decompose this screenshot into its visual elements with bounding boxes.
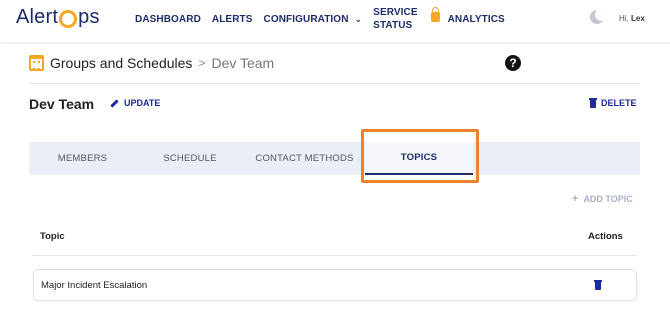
pencil-icon [110, 98, 119, 108]
breadcrumb-groups-and-schedules[interactable]: Groups and Schedules [50, 55, 192, 71]
alertops-logo[interactable]: Alert ps [16, 6, 100, 29]
user-greeting[interactable]: Hi, Lex [619, 14, 645, 23]
add-topic-button[interactable]: + ADD TOPIC [572, 193, 633, 205]
nav-configuration-label: CONFIGURATION [263, 13, 349, 25]
table-header-divider [33, 255, 637, 256]
tab-schedule[interactable]: SCHEDULE [136, 142, 244, 175]
help-icon[interactable]: ? [505, 55, 521, 71]
column-header-actions: Actions [588, 231, 623, 242]
trash-icon[interactable] [594, 280, 602, 290]
logo-text-left: Alert [16, 6, 59, 28]
header-divider [29, 83, 640, 84]
topic-cell: Major Incident Escalation [41, 280, 148, 291]
dark-mode-toggle-icon[interactable] [590, 10, 604, 24]
highlight-box [361, 129, 479, 183]
add-topic-label: ADD TOPIC [583, 194, 633, 204]
nav-dashboard[interactable]: DASHBOARD [135, 14, 201, 25]
nav-service-status-line2: STATUS [373, 20, 413, 31]
nav-service-status[interactable]: SERVICE STATUS [373, 6, 417, 32]
nav-service-status-line1: SERVICE [373, 7, 418, 18]
nav-analytics[interactable]: ANALYTICS [448, 14, 505, 25]
breadcrumb-current: Dev Team [211, 55, 275, 71]
update-button[interactable]: UPDATE [110, 98, 160, 108]
chevron-down-icon: ⌄ [354, 13, 363, 24]
delete-button[interactable]: DELETE [589, 98, 637, 108]
group-tabs: MEMBERS SCHEDULE CONTACT METHODS TOPICS [29, 142, 640, 175]
delete-label: DELETE [601, 98, 637, 108]
table-row: Major Incident Escalation [33, 269, 637, 301]
user-name: Lex [631, 14, 645, 23]
column-header-topic: Topic [40, 231, 65, 242]
tab-members[interactable]: MEMBERS [29, 142, 136, 175]
breadcrumb: Groups and Schedules > Dev Team [29, 55, 274, 71]
nav-configuration[interactable]: CONFIGURATION ⌄ [264, 14, 363, 25]
calendar-icon [29, 55, 44, 71]
logo-o-ring [59, 9, 78, 28]
plus-icon: + [572, 193, 579, 205]
trash-icon [589, 98, 597, 108]
update-label: UPDATE [124, 98, 161, 108]
breadcrumb-separator: > [198, 56, 206, 70]
group-title: Dev Team [29, 96, 95, 112]
top-navbar: Alert ps DASHBOARD ALERTS CONFIGURATION ⌄ … [0, 0, 670, 42]
main-nav: DASHBOARD ALERTS CONFIGURATION ⌄ SERVICE … [135, 0, 516, 38]
nav-alerts[interactable]: ALERTS [212, 14, 253, 25]
greeting-text: Hi, [619, 14, 629, 23]
lock-icon [430, 7, 440, 22]
tab-contact-methods[interactable]: CONTACT METHODS [244, 142, 365, 175]
logo-text-right: ps [78, 6, 100, 28]
